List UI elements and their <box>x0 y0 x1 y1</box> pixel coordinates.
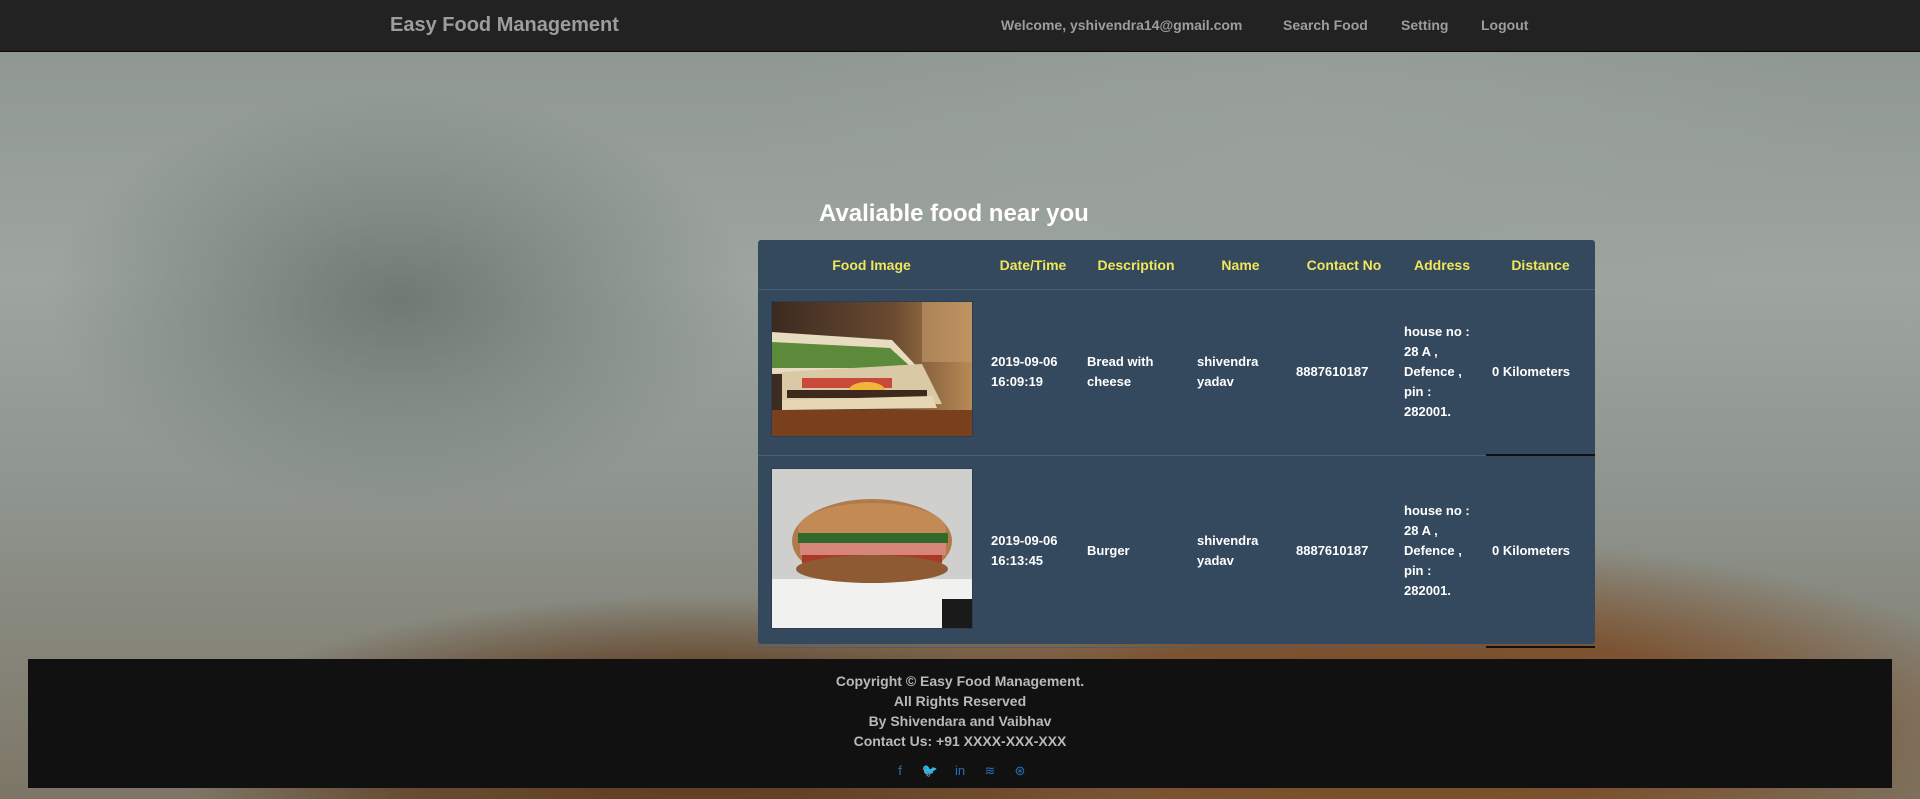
datetime-cell: 2019-09-06 16:09:19 <box>985 289 1081 456</box>
column-header: Description <box>1081 240 1191 290</box>
column-header: Distance <box>1486 240 1595 290</box>
column-header: Address <box>1398 240 1486 290</box>
welcome-user-link[interactable]: Welcome, yshivendra14@gmail.com <box>1001 17 1242 33</box>
linkedin-icon[interactable]: in <box>951 763 969 779</box>
copyright-text: Copyright © Easy Food Management. <box>835 673 1085 689</box>
distance-cell: 0 Kilometers <box>1486 455 1595 648</box>
address-cell: house no : 28 A , Defence , pin : 282001… <box>1398 289 1486 456</box>
rights-text: All Rights Reserved <box>893 693 1027 709</box>
food-table-panel: Food Image Date/Time Description Name Co… <box>758 240 1595 648</box>
food-image-cell <box>758 455 985 648</box>
setting-link[interactable]: Setting <box>1401 17 1448 33</box>
name-cell: shivendra yadav <box>1191 289 1290 456</box>
date-text: 2019-09-06 <box>991 533 1058 548</box>
time-text: 16:13:45 <box>991 553 1044 568</box>
brand-logo-text[interactable]: Easy Food Management <box>390 14 619 37</box>
column-header: Name <box>1191 240 1290 290</box>
facebook-icon[interactable]: f <box>891 763 909 779</box>
table-row: 2019-09-06 16:13:45 Burger shivendra yad… <box>758 455 1595 648</box>
datetime-cell: 2019-09-06 16:13:45 <box>985 455 1081 648</box>
date-text: 2019-09-06 <box>991 354 1058 370</box>
distance-cell: 0 Kilometers <box>1486 289 1595 456</box>
address-cell: house no : 28 A , Defence , pin : 282001… <box>1398 455 1486 648</box>
dribbble-icon[interactable]: ⊛ <box>1011 763 1029 779</box>
contact-cell: 8887610187 <box>1290 455 1398 648</box>
rss-icon[interactable]: ≋ <box>981 763 999 779</box>
twitter-icon[interactable]: 🐦 <box>921 763 939 779</box>
description-cell: Bread with cheese <box>1081 289 1191 456</box>
logout-link[interactable]: Logout <box>1481 17 1528 33</box>
contact-text: Contact Us: +91 XXXX-XXX-XXX <box>853 733 1067 749</box>
contact-cell: 8887610187 <box>1290 289 1398 456</box>
food-image-cell <box>758 289 985 456</box>
authors-text: By Shivendara and Vaibhav <box>868 713 1052 729</box>
column-header: Date/Time <box>985 240 1081 290</box>
name-cell: shivendra yadav <box>1191 455 1290 648</box>
search-food-link[interactable]: Search Food <box>1283 17 1368 33</box>
table-row: 2019-09-06 16:09:19 Bread with cheese sh… <box>758 289 1595 456</box>
description-cell: Burger <box>1081 455 1191 648</box>
food-table: Food Image Date/Time Description Name Co… <box>758 240 1595 648</box>
navbar: Easy Food Management Welcome, yshivendra… <box>0 0 1920 52</box>
time-text: 16:09:19 <box>991 374 1044 390</box>
column-header: Food Image <box>758 240 985 290</box>
table-header-row: Food Image Date/Time Description Name Co… <box>758 240 1595 290</box>
burger-image[interactable] <box>770 467 973 629</box>
page-title: Avaliable food near you <box>819 200 1089 227</box>
column-header: Contact No <box>1290 240 1398 290</box>
footer: Copyright © Easy Food Management. All Ri… <box>28 659 1892 788</box>
social-links: f 🐦 in ≋ ⊛ <box>28 763 1892 779</box>
sandwich-image[interactable] <box>770 301 973 438</box>
